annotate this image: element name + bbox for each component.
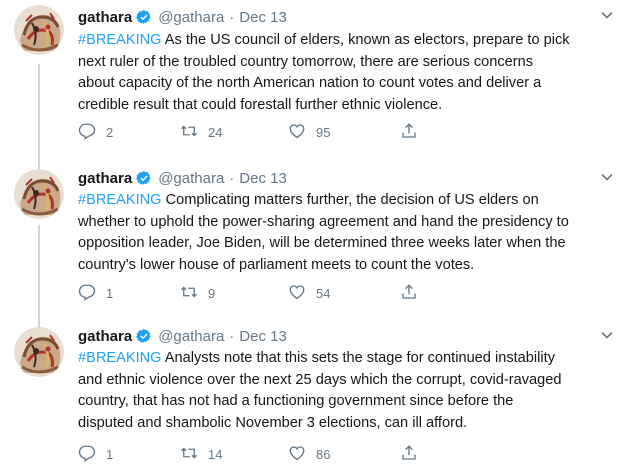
like-icon (288, 444, 306, 465)
share-icon (400, 283, 418, 304)
tweet-text: #BREAKING Analysts note that this sets t… (78, 348, 618, 434)
retweet-icon (180, 444, 198, 465)
tweet-thread: gathara @gathara · Dec 13 #BREAKING As t… (0, 0, 630, 472)
like-count: 54 (316, 285, 331, 301)
display-name[interactable]: gathara (78, 9, 132, 26)
avatar[interactable] (14, 5, 64, 55)
tweet-date[interactable]: Dec 13 (239, 170, 287, 187)
user-handle[interactable]: @gathara (158, 170, 224, 187)
like-count: 95 (316, 124, 331, 140)
tweet[interactable]: gathara @gathara · Dec 13 #BREAKING Comp… (0, 155, 630, 329)
separator-dot: · (229, 8, 235, 26)
reply-icon (78, 122, 96, 143)
tweet-text-line: and ethnic violence over the next 25 day… (78, 371, 562, 388)
tweet[interactable]: gathara @gathara · Dec 13 #BREAKING Anal… (0, 317, 630, 472)
tweet-date[interactable]: Dec 13 (239, 328, 287, 345)
tweet-text-line: country, that has not had a functioning … (78, 393, 514, 409)
tweet-text-fragment: Analysts note that this sets the stage f… (161, 350, 555, 366)
share-button[interactable] (400, 283, 418, 303)
separator-dot: · (229, 327, 235, 345)
avatar[interactable] (14, 327, 64, 377)
chevron-down-icon[interactable] (600, 8, 614, 22)
tweet-text-line: #BREAKING Complicating matters further, … (78, 190, 618, 212)
tweet-text-line: whether to uphold the power-sharing agre… (78, 213, 569, 230)
tweet-text-line: credible result that could forestall fur… (78, 96, 443, 113)
hashtag-link[interactable]: #BREAKING (78, 32, 162, 48)
avatar[interactable] (14, 169, 64, 219)
share-icon (400, 122, 418, 143)
tweet-header: gathara @gathara · Dec 13 (78, 6, 610, 28)
reply-icon (78, 283, 96, 304)
like-count: 86 (316, 446, 331, 462)
tweet-text-line: country's lower house of parliament meet… (78, 256, 475, 273)
verified-badge-icon (136, 170, 152, 186)
reply-count: 2 (106, 124, 114, 140)
share-button[interactable] (400, 444, 418, 464)
tweet-header: gathara @gathara · Dec 13 (78, 167, 610, 189)
share-button[interactable] (400, 122, 418, 142)
tweet-text-fragment: As the US council of elders, known as el… (161, 32, 570, 48)
tweet-date[interactable]: Dec 13 (239, 9, 287, 26)
display-name[interactable]: gathara (78, 170, 132, 187)
tweet-text-line: #BREAKING Analysts note that this sets t… (78, 348, 618, 370)
tweet-text-line: about capacity of the north American nat… (78, 75, 542, 91)
retweet-button[interactable]: 9 (180, 283, 215, 303)
retweet-button[interactable]: 24 (180, 122, 222, 142)
thread-connector-line (38, 64, 40, 169)
like-icon (288, 122, 306, 143)
user-handle[interactable]: @gathara (158, 9, 224, 26)
tweet-text-fragment: Complicating matters further, the decisi… (161, 192, 539, 208)
user-handle[interactable]: @gathara (158, 328, 224, 345)
retweet-count: 9 (208, 285, 216, 301)
like-button[interactable]: 86 (288, 444, 330, 464)
retweet-count: 14 (208, 446, 223, 462)
share-icon (400, 444, 418, 465)
retweet-icon (180, 122, 198, 143)
like-button[interactable]: 54 (288, 283, 330, 303)
verified-badge-icon (136, 9, 152, 25)
thread-connector-line (38, 225, 40, 329)
chevron-down-icon[interactable] (600, 170, 614, 184)
tweet-text: #BREAKING Complicating matters further, … (78, 190, 618, 276)
hashtag-link[interactable]: #BREAKING (78, 350, 162, 366)
like-icon (288, 283, 306, 304)
hashtag-link[interactable]: #BREAKING (78, 192, 162, 208)
reply-count: 1 (106, 446, 114, 462)
reply-button[interactable]: 1 (78, 444, 113, 464)
tweet-text-line: disputed and shambolic November 3 electi… (78, 414, 468, 431)
tweet-text-line: next ruler of the troubled country tomor… (78, 53, 534, 70)
tweet-text-line: #BREAKING As the US council of elders, k… (78, 30, 618, 52)
verified-badge-icon (136, 328, 152, 344)
reply-count: 1 (106, 285, 114, 301)
display-name[interactable]: gathara (78, 328, 132, 345)
tweet-header: gathara @gathara · Dec 13 (78, 325, 610, 347)
tweet-actions: 1 9 54 (78, 283, 548, 303)
reply-button[interactable]: 2 (78, 122, 113, 142)
reply-button[interactable]: 1 (78, 283, 113, 303)
retweet-count: 24 (208, 124, 223, 140)
chevron-down-icon[interactable] (600, 328, 614, 342)
tweet-text-line: opposition leader, Joe Biden, will be de… (78, 235, 566, 251)
tweet[interactable]: gathara @gathara · Dec 13 #BREAKING As t… (0, 0, 630, 169)
separator-dot: · (229, 169, 235, 187)
tweet-text: #BREAKING As the US council of elders, k… (78, 30, 618, 116)
retweet-button[interactable]: 14 (180, 444, 222, 464)
tweet-actions: 1 14 86 (78, 444, 548, 464)
tweet-actions: 2 24 95 (78, 122, 548, 142)
like-button[interactable]: 95 (288, 122, 330, 142)
reply-icon (78, 444, 96, 465)
retweet-icon (180, 283, 198, 304)
